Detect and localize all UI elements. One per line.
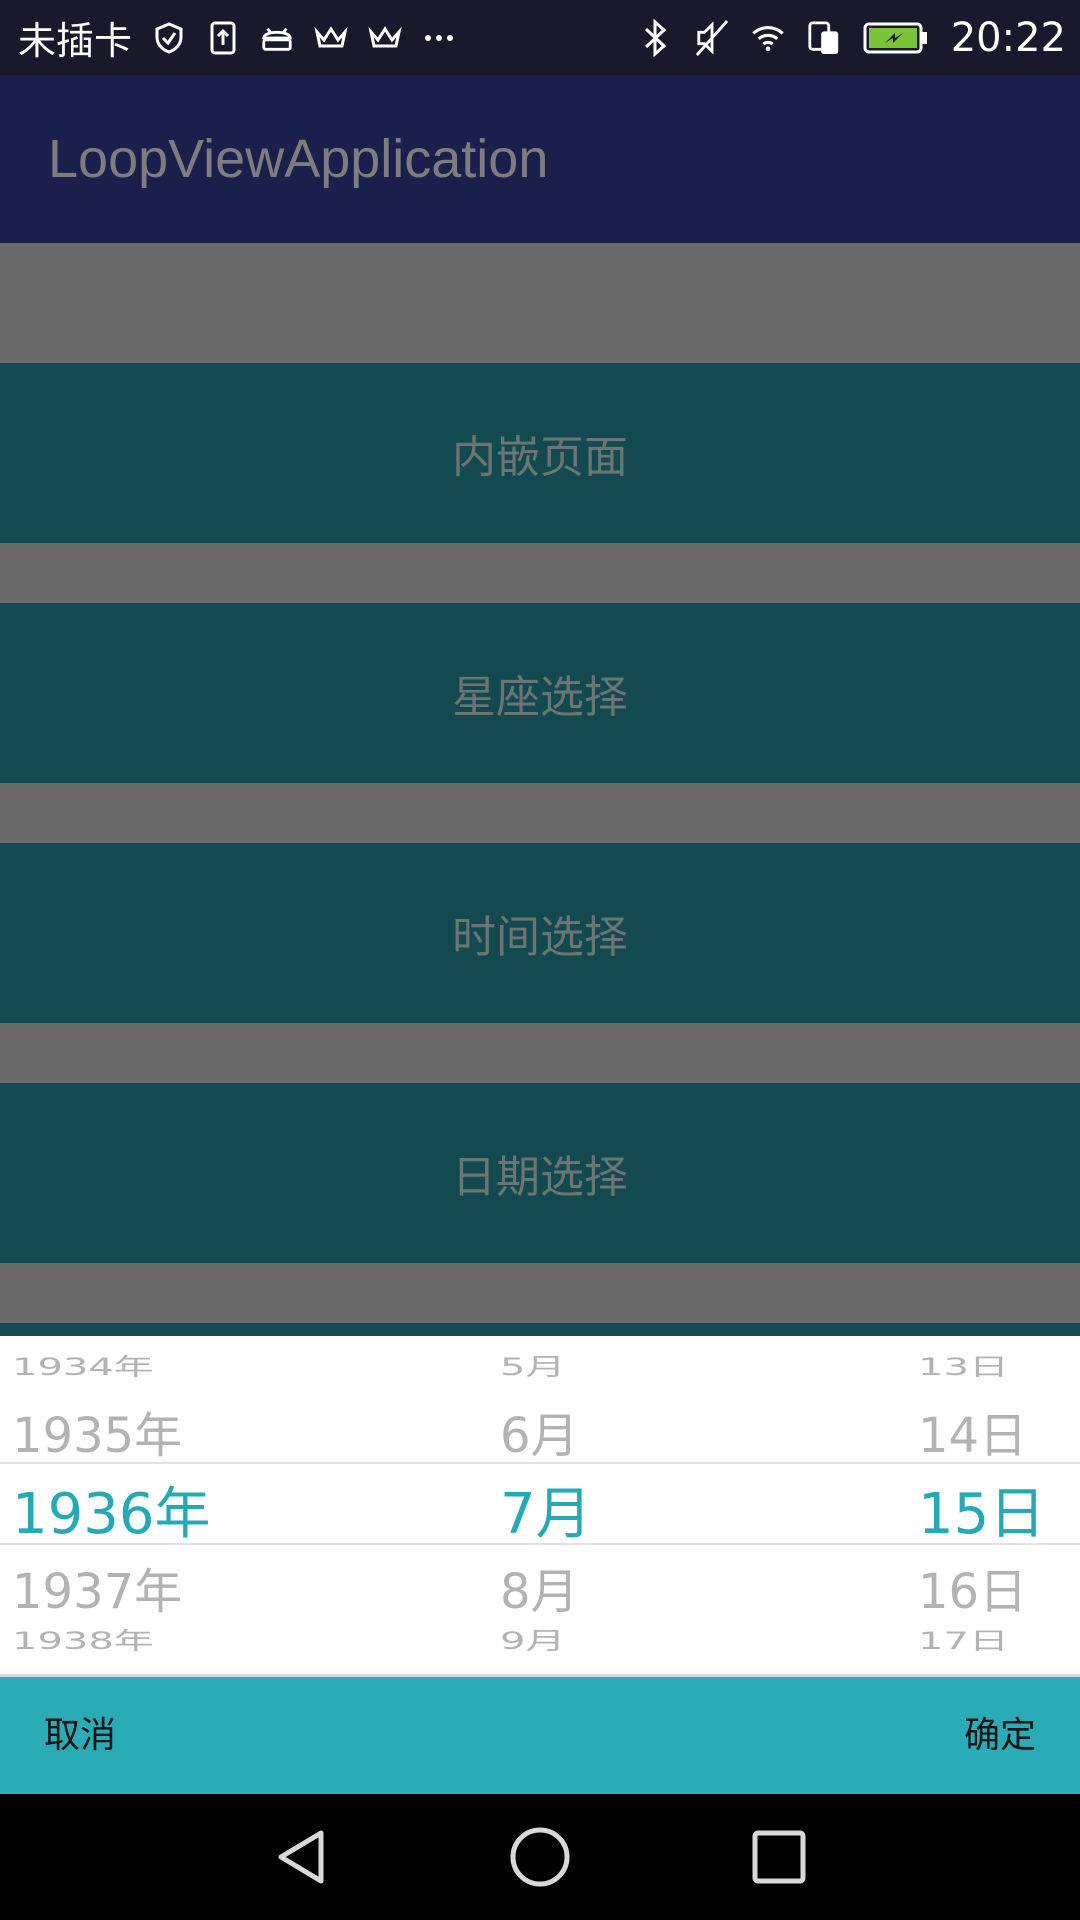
wheel-item: 6月: [500, 1408, 579, 1464]
battery-charging-icon: [863, 21, 929, 55]
bluetooth-icon: [639, 18, 673, 57]
shield-check-icon: [152, 21, 186, 55]
clock: 20:22: [950, 14, 1066, 61]
wheel-item: 5月: [500, 1353, 566, 1382]
selected-year: 1936年: [12, 1482, 211, 1547]
selected-day: 15日: [918, 1482, 1046, 1547]
status-left: 未插卡: [18, 0, 456, 75]
year-wheel[interactable]: 1934年 1935年 1936年 1937年 1938年: [12, 1336, 312, 1674]
time-select-button[interactable]: 时间选择: [0, 843, 1080, 1023]
android-icon: [260, 21, 294, 55]
month-wheel[interactable]: 5月 6月 7月 8月 9月: [500, 1336, 660, 1674]
app-title: LoopViewApplication: [48, 129, 549, 189]
wheel-item: 13日: [918, 1353, 1009, 1382]
confirm-button[interactable]: 确定: [964, 1677, 1036, 1794]
app-bar: LoopViewApplication: [0, 75, 1080, 243]
wheel-item: 1937年: [12, 1564, 183, 1620]
selected-month: 7月: [500, 1482, 592, 1547]
wheel-item: 1934年: [12, 1353, 154, 1382]
dual-sim-icon: [807, 20, 841, 55]
date-picker[interactable]: 1934年 1935年 1936年 1937年 1938年 5月 6月 7月 8…: [0, 1336, 1080, 1674]
navigation-bar: [0, 1794, 1080, 1920]
status-right: 20:22: [639, 0, 1066, 75]
back-icon[interactable]: [246, 1794, 356, 1920]
menu-button-partial: [0, 1323, 1080, 1336]
crown-icon: [368, 21, 402, 55]
crown-icon: [314, 21, 348, 55]
wheel-item: 1935年: [12, 1408, 183, 1464]
wheel-item: 16日: [918, 1564, 1028, 1620]
wheel-item: 1938年: [12, 1627, 154, 1656]
home-icon[interactable]: [485, 1794, 595, 1920]
wheel-item: 14日: [918, 1408, 1028, 1464]
wifi-icon: [751, 21, 785, 55]
more-dots-icon: [422, 21, 456, 55]
wheel-item: 8月: [500, 1564, 579, 1620]
day-wheel[interactable]: 13日 14日 15日 16日 17日: [918, 1336, 1078, 1674]
status-bar: 未插卡 20:22: [0, 0, 1080, 75]
picker-action-bar: 取消 确定: [0, 1674, 1080, 1794]
embedded-page-button[interactable]: 内嵌页面: [0, 363, 1080, 543]
recents-icon[interactable]: [724, 1794, 834, 1920]
cancel-button[interactable]: 取消: [44, 1677, 116, 1794]
wheel-item: 9月: [500, 1627, 566, 1656]
muted-icon: [695, 19, 729, 56]
wheel-item: 17日: [918, 1627, 1009, 1656]
upload-icon: [206, 21, 240, 55]
content-area: 内嵌页面 星座选择 时间选择 日期选择: [0, 243, 1080, 1336]
date-select-button[interactable]: 日期选择: [0, 1083, 1080, 1263]
constellation-select-button[interactable]: 星座选择: [0, 603, 1080, 783]
carrier-label: 未插卡: [18, 19, 133, 63]
